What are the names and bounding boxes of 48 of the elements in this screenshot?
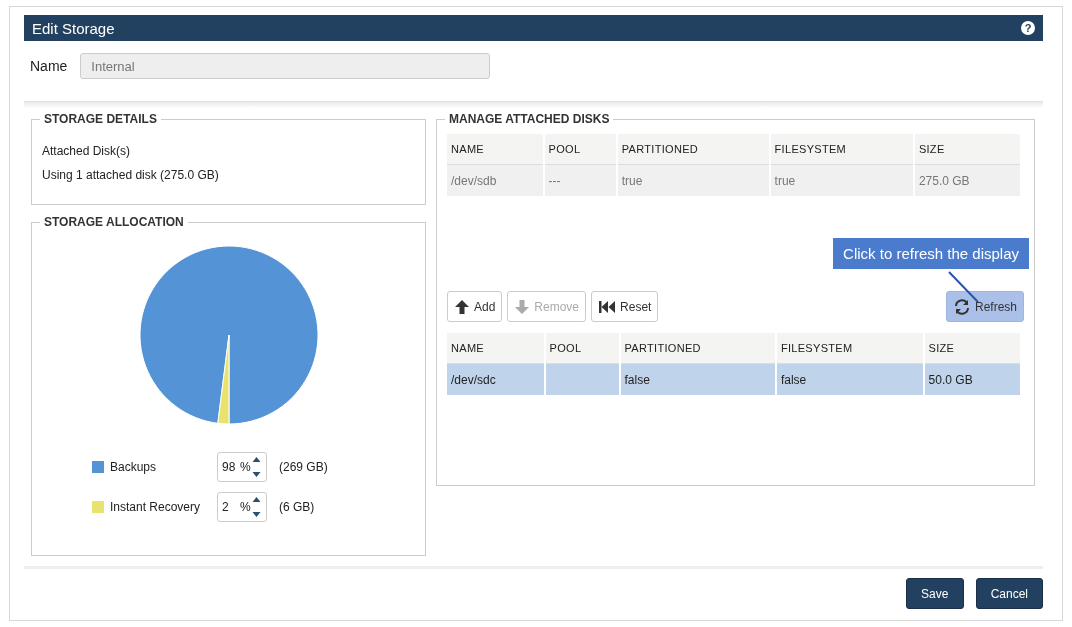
section-title: STORAGE DETAILS (43, 112, 158, 126)
table-cell[interactable]: --- (544, 165, 616, 196)
percent-spinner[interactable]: 98 % (217, 452, 267, 482)
column-header: SIZE (924, 333, 1020, 364)
table-cell[interactable]: 275.0 GB (914, 165, 1020, 196)
down-arrow-icon (514, 298, 531, 315)
up-arrow-icon (454, 298, 470, 315)
name-field[interactable]: Internal (80, 53, 491, 79)
window-title: Edit Storage (32, 19, 115, 37)
table-cell[interactable] (545, 364, 619, 395)
table-cell[interactable]: true (770, 165, 913, 196)
spin-arrows-icon[interactable] (252, 496, 261, 518)
section-title: STORAGE ALLOCATION (43, 215, 185, 229)
column-header: SIZE (914, 134, 1020, 165)
table-cell[interactable]: false (776, 364, 923, 395)
rewind-icon (598, 298, 617, 315)
column-header: POOL (545, 333, 619, 364)
column-header: NAME (447, 134, 543, 165)
section-title: MANAGE ATTACHED DISKS (448, 112, 611, 126)
table-cell[interactable]: /dev/sdb (447, 165, 543, 196)
leader-line (948, 271, 980, 304)
table-cell[interactable]: /dev/sdc (447, 364, 544, 395)
column-header: PARTITIONED (620, 333, 775, 364)
percent-spinner[interactable]: 2 % (217, 492, 267, 522)
legend-label: Instant Recovery (110, 500, 202, 514)
help-icon[interactable]: ? (1021, 21, 1035, 35)
size-text: (6 GB) (279, 500, 315, 514)
detail-text: Using 1 attached disk (275.0 GB) (42, 168, 220, 182)
detail-text: Attached Disk(s) (42, 144, 132, 158)
legend-label: Backups (110, 460, 158, 474)
cancel-button[interactable]: Cancel (975, 578, 1043, 609)
refresh-icon (952, 297, 971, 316)
callout-tooltip: Click to refresh the display (833, 238, 1029, 269)
table-cell[interactable]: false (620, 364, 775, 395)
refresh-button[interactable]: Refresh (945, 291, 1024, 322)
column-header: POOL (544, 134, 616, 165)
column-header: PARTITIONED (617, 134, 769, 165)
reset-button[interactable]: Reset (591, 291, 659, 322)
table-cell[interactable]: 50.0 GB (924, 364, 1020, 395)
column-header: FILESYSTEM (776, 333, 923, 364)
spin-arrows-icon[interactable] (252, 456, 261, 478)
table-cell[interactable]: true (617, 165, 769, 196)
add-button[interactable]: Add (447, 291, 503, 322)
size-text: (269 GB) (279, 460, 328, 474)
column-header: FILESYSTEM (770, 134, 913, 165)
name-label: Name (30, 58, 68, 74)
column-header: NAME (447, 333, 544, 364)
save-button[interactable]: Save (905, 578, 964, 609)
